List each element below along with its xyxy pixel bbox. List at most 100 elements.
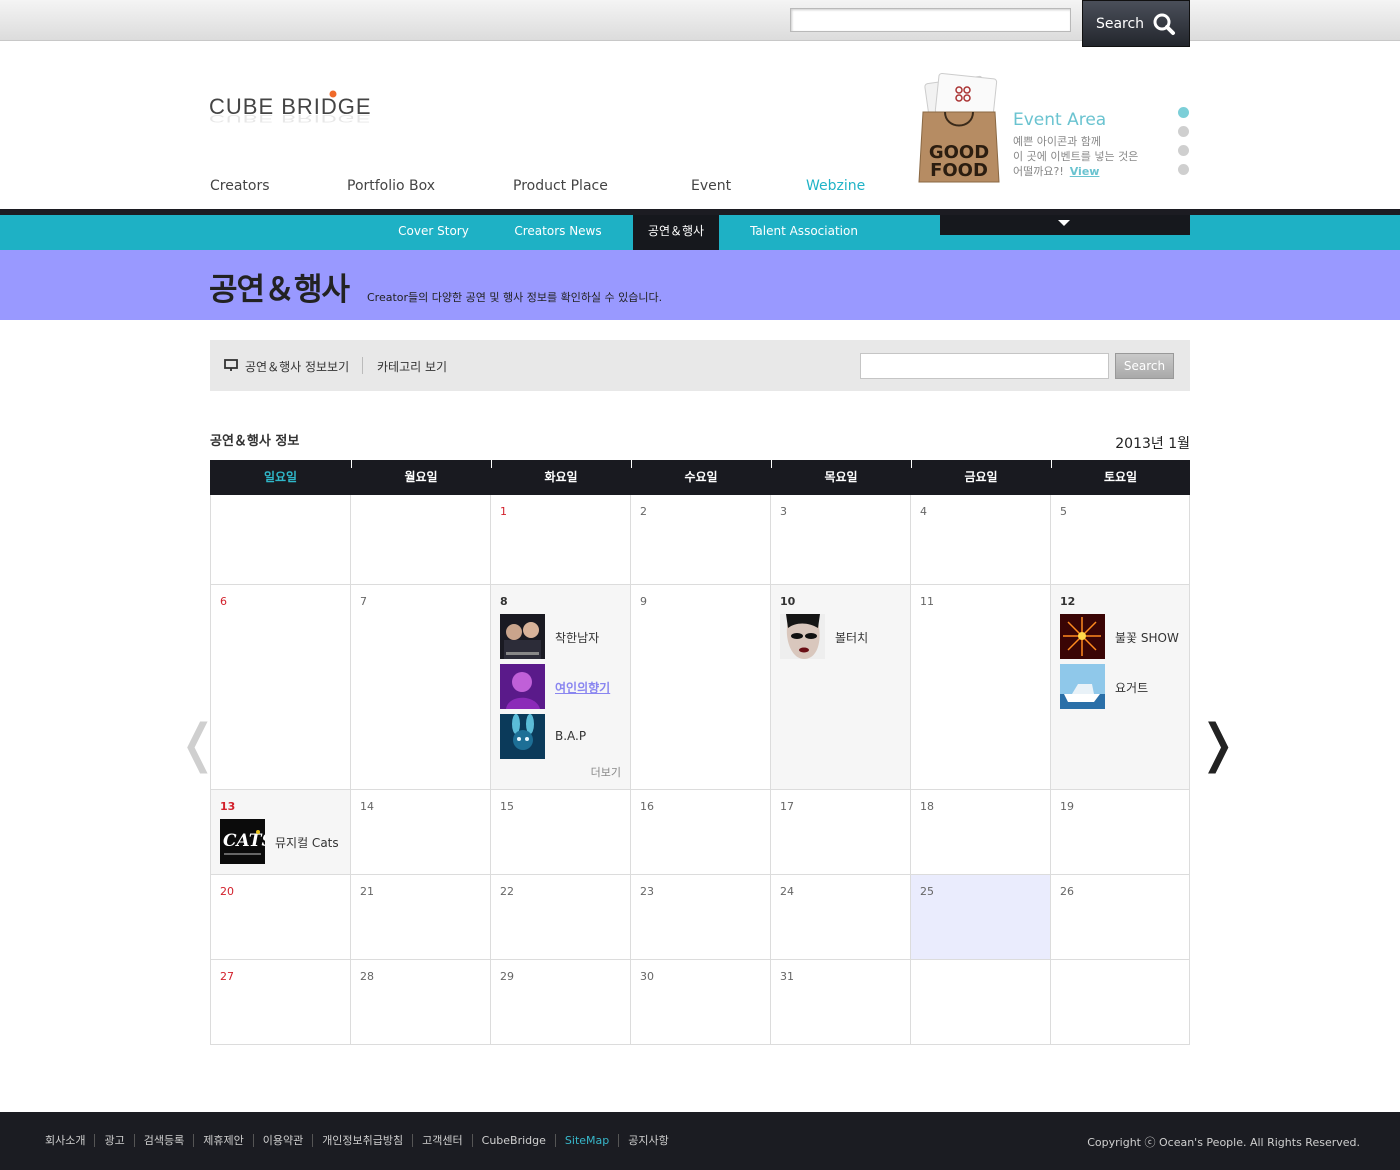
calendar-cell[interactable]: 22: [491, 875, 631, 960]
event-pager-dot[interactable]: [1178, 164, 1189, 175]
subnav-creators-news[interactable]: Creators News: [504, 215, 612, 250]
calendar-cell[interactable]: 9: [631, 585, 771, 790]
nav-webzine[interactable]: Webzine: [806, 178, 865, 194]
calendar-cell: [911, 960, 1051, 1045]
calendar-cell[interactable]: 24: [771, 875, 911, 960]
site-logo[interactable]: CUBE BRIDGE CUBE BRIDGE: [209, 90, 379, 130]
calendar-cell[interactable]: 23: [631, 875, 771, 960]
footer-link[interactable]: 개인정보취급방침: [312, 1134, 412, 1147]
top-search-input[interactable]: [790, 8, 1071, 32]
calendar-cell[interactable]: 5: [1051, 495, 1190, 585]
event-title[interactable]: 여인의향기: [555, 679, 610, 696]
day-name: 목요일: [824, 470, 858, 484]
cats-logo-thumbnail[interactable]: CATS: [220, 819, 265, 864]
more-link[interactable]: 더보기: [591, 764, 621, 780]
calendar-cell[interactable]: 18: [911, 790, 1051, 875]
calendar-event[interactable]: 착한남자: [500, 614, 625, 659]
calendar-cell[interactable]: 2: [631, 495, 771, 585]
calendar-cell[interactable]: 13 CATS 뮤지컬 Cats: [210, 790, 351, 875]
event-pager-dot[interactable]: [1178, 107, 1189, 118]
calendar-cell[interactable]: 28: [351, 960, 491, 1045]
footer-link[interactable]: 광고: [94, 1134, 133, 1147]
day-name: 금요일: [964, 470, 998, 484]
day-name: 수요일: [684, 470, 718, 484]
good-food-bag-image[interactable]: GOOD FOOD: [915, 70, 1005, 188]
event-title[interactable]: B.A.P: [555, 729, 586, 743]
calendar-cell[interactable]: 21: [351, 875, 491, 960]
boat-thumbnail[interactable]: [1060, 664, 1105, 709]
event-title[interactable]: 요거트: [1115, 679, 1148, 696]
footer-link[interactable]: 공지사항: [618, 1134, 677, 1147]
makeup-face-thumbnail[interactable]: [780, 614, 825, 659]
calendar-cell[interactable]: 31: [771, 960, 911, 1045]
calendar-cell[interactable]: 12 불꽃 SHOW 요거트: [1051, 585, 1190, 790]
event-pager-dot[interactable]: [1178, 126, 1189, 137]
calendar-cell[interactable]: 4: [911, 495, 1051, 585]
calendar-cell[interactable]: 10 볼터치: [771, 585, 911, 790]
calendar-search-input[interactable]: [860, 353, 1109, 379]
calendar-cell[interactable]: 30: [631, 960, 771, 1045]
subnav-cover-story[interactable]: Cover Story: [385, 215, 482, 250]
calendar-cell[interactable]: 26: [1051, 875, 1190, 960]
calendar-cell[interactable]: 15: [491, 790, 631, 875]
event-title[interactable]: 뮤지컬 Cats: [275, 834, 339, 851]
calendar-cell[interactable]: 11: [911, 585, 1051, 790]
fireworks-thumbnail[interactable]: [1060, 614, 1105, 659]
footer-link[interactable]: SiteMap: [554, 1134, 618, 1147]
calendar-cell[interactable]: 14: [351, 790, 491, 875]
event-title[interactable]: 착한남자: [555, 629, 599, 646]
nav-product-place[interactable]: Product Place: [513, 178, 608, 194]
calendar-cell[interactable]: 17: [771, 790, 911, 875]
calendar-cell[interactable]: 7: [351, 585, 491, 790]
search-icon: [1153, 13, 1176, 35]
nav-event[interactable]: Event: [691, 178, 731, 194]
subnav-dropdown[interactable]: [940, 215, 1190, 235]
footer-link[interactable]: 제휴제안: [193, 1134, 252, 1147]
nav-portfolio-box[interactable]: Portfolio Box: [347, 178, 435, 194]
event-area-description: 예쁜 아이콘과 함께 이 곳에 이벤트를 넣는 것은 어떨까요?! View: [1013, 134, 1173, 179]
view-info-link[interactable]: 공연＆행사 정보보기: [245, 358, 349, 375]
day-name: 일요일: [263, 470, 298, 484]
prev-month-arrow[interactable]: ❬: [176, 718, 220, 770]
calendar-event[interactable]: 불꽃 SHOW: [1060, 614, 1185, 659]
calendar-cell[interactable]: 3: [771, 495, 911, 585]
calendar-cell[interactable]: 1: [491, 495, 631, 585]
day-number: 22: [500, 885, 514, 898]
bag-text-food: FOOD: [930, 160, 988, 181]
calendar-event[interactable]: CATS 뮤지컬 Cats: [220, 819, 345, 864]
calendar-event[interactable]: 요거트: [1060, 664, 1185, 709]
event-title[interactable]: 볼터치: [835, 629, 868, 646]
next-month-arrow[interactable]: ❭: [1196, 718, 1240, 770]
view-category-link[interactable]: 카테고리 보기: [377, 358, 447, 375]
top-search-button[interactable]: Search: [1082, 0, 1190, 47]
day-number: 21: [360, 885, 374, 898]
calendar-cell[interactable]: 19: [1051, 790, 1190, 875]
footer-link[interactable]: 고객센터: [412, 1134, 471, 1147]
calendar-cell[interactable]: 16: [631, 790, 771, 875]
day-number: 8: [500, 595, 508, 608]
calendar-event[interactable]: 여인의향기: [500, 664, 625, 709]
calendar-cell[interactable]: 8 착한남자여인의향기 B.A.P 더보기: [491, 585, 631, 790]
drama-poster-thumbnail[interactable]: [500, 614, 545, 659]
footer-link[interactable]: CubeBridge: [471, 1134, 555, 1147]
subnav-talent-association[interactable]: Talent Association: [740, 215, 868, 250]
footer-link[interactable]: 이용약관: [252, 1134, 312, 1147]
footer-link[interactable]: 회사소개: [45, 1134, 94, 1147]
calendar-cell[interactable]: 27: [210, 960, 351, 1045]
event-pager-dot[interactable]: [1178, 145, 1189, 156]
calendar-event[interactable]: 볼터치: [780, 614, 905, 659]
calendar-cell[interactable]: 20: [210, 875, 351, 960]
calendar-search-button[interactable]: Search: [1115, 353, 1174, 379]
purple-portrait-thumbnail[interactable]: [500, 664, 545, 709]
calendar-event[interactable]: B.A.P: [500, 714, 625, 759]
event-desc-line3: 어떨까요?!: [1013, 165, 1064, 178]
calendar-cell-today[interactable]: 25: [911, 875, 1051, 960]
calendar-cell[interactable]: 6: [210, 585, 351, 790]
blue-rabbit-thumbnail[interactable]: [500, 714, 545, 759]
nav-creators[interactable]: Creators: [210, 178, 270, 194]
footer-link[interactable]: 검색등록: [133, 1134, 193, 1147]
subnav-performance-events[interactable]: 공연＆행사: [633, 215, 719, 250]
event-title[interactable]: 불꽃 SHOW: [1115, 629, 1179, 646]
calendar-cell[interactable]: 29: [491, 960, 631, 1045]
event-view-link[interactable]: View: [1070, 165, 1100, 178]
